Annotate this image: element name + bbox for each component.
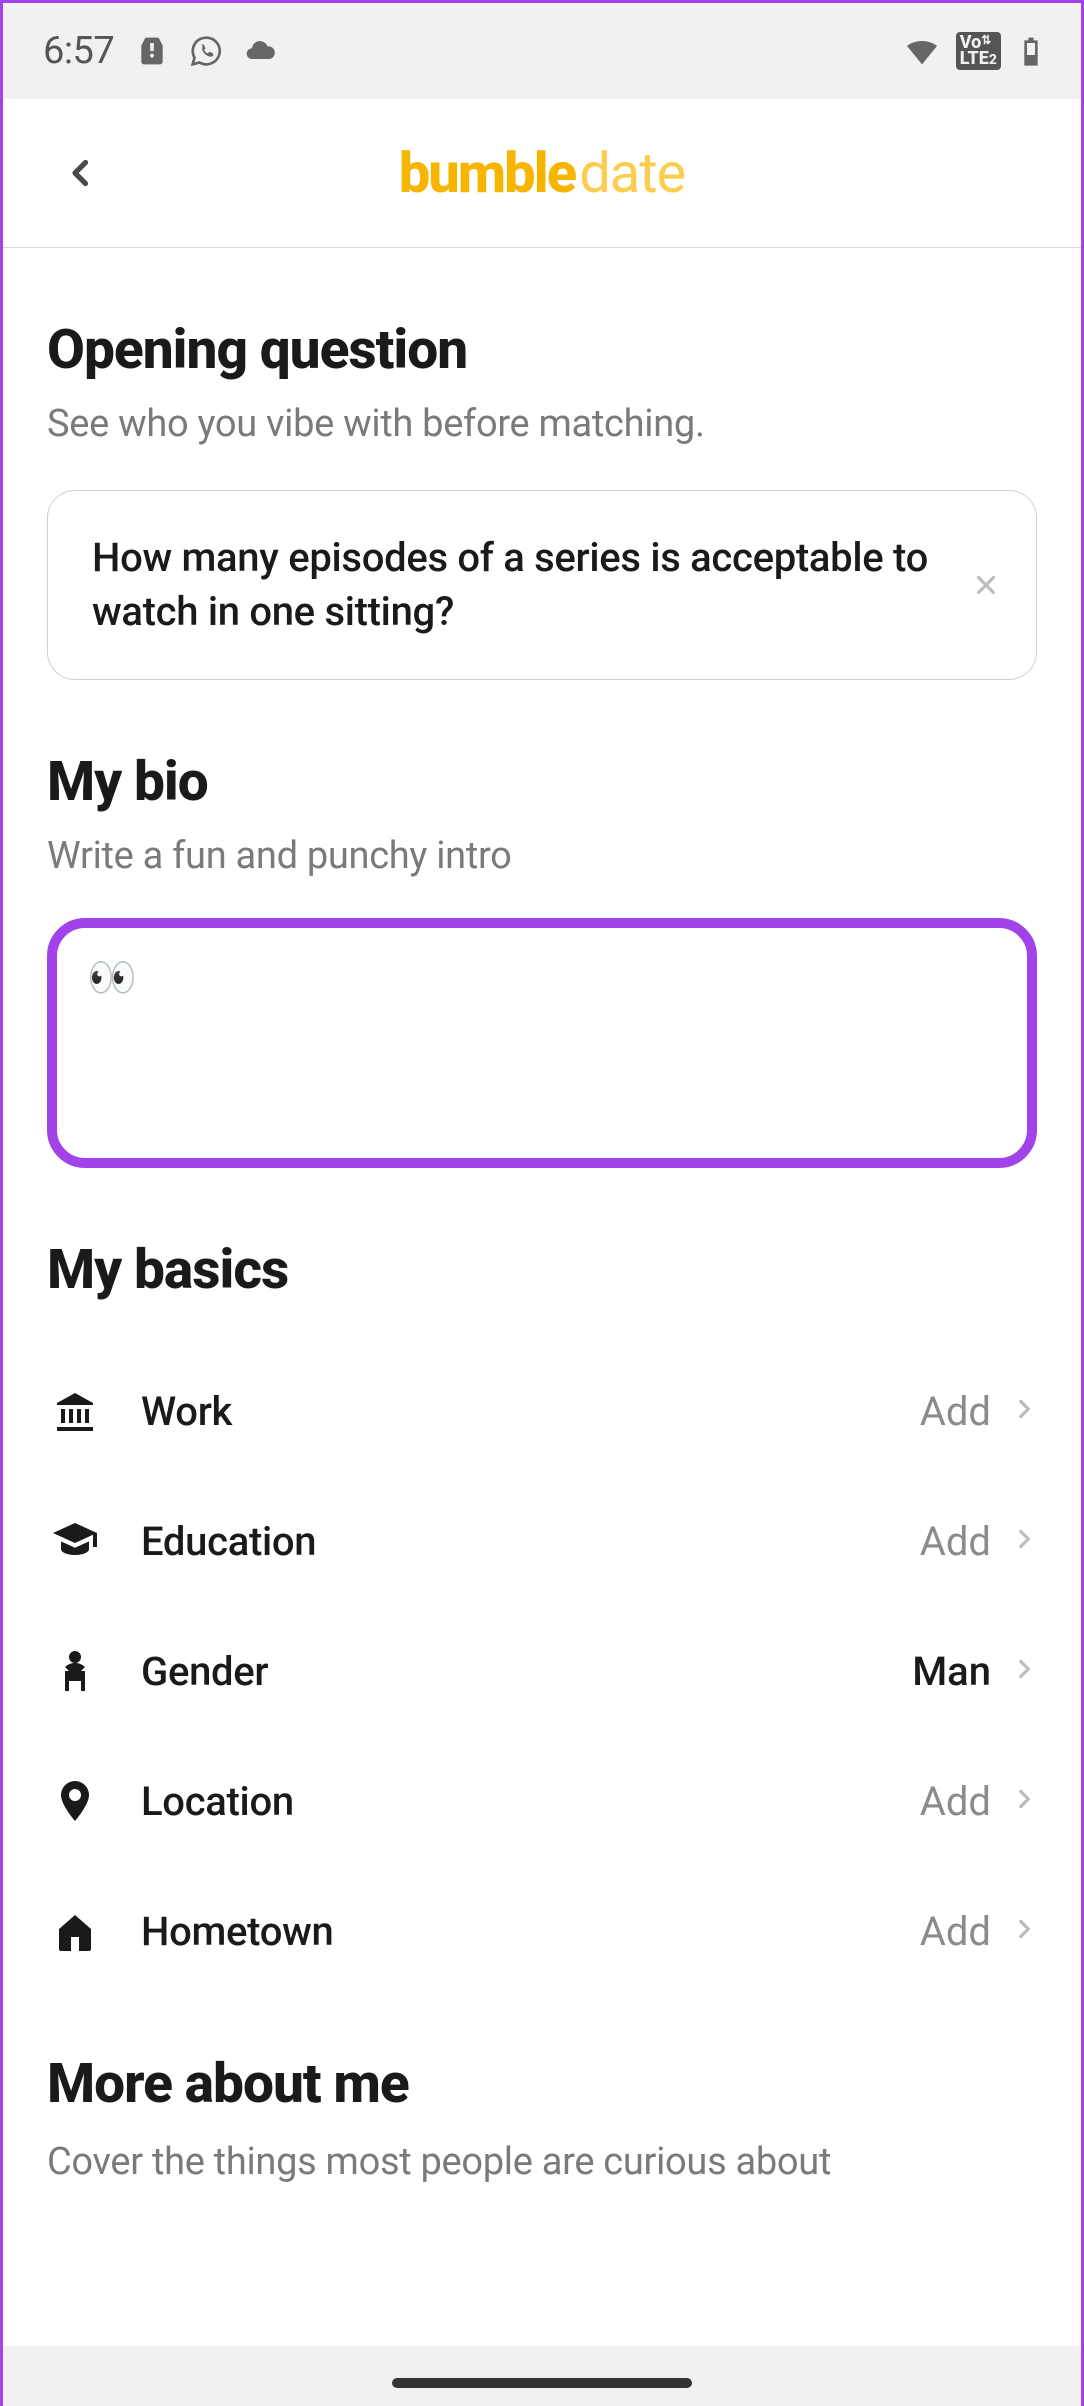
clock: 6:57 (43, 29, 114, 73)
gender-icon (47, 1643, 103, 1699)
basics-row-value: Add (920, 1388, 991, 1435)
basics-row-label: Work (141, 1388, 920, 1435)
logo-text-b: date (579, 140, 685, 206)
location-icon (47, 1773, 103, 1829)
basics-row-value: Add (920, 1518, 991, 1565)
opening-question-title: Opening question (47, 318, 1037, 382)
bio-input[interactable]: 👀 (47, 918, 1037, 1168)
basics-row-hometown[interactable]: HometownAdd (47, 1866, 1037, 1996)
bio-title: My bio (47, 750, 1037, 814)
basics-row-label: Gender (141, 1648, 912, 1695)
basics-row-location[interactable]: LocationAdd (47, 1736, 1037, 1866)
opening-question-close-button[interactable] (966, 565, 1006, 605)
more-subtitle: Cover the things most people are curious… (47, 2140, 1037, 2184)
cloud-icon (244, 35, 276, 67)
close-icon (971, 570, 1001, 600)
basics-row-education[interactable]: EducationAdd (47, 1476, 1037, 1606)
wifi-icon (902, 31, 942, 71)
more-section: More about me Cover the things most peop… (47, 2052, 1037, 2184)
basics-row-work[interactable]: WorkAdd (47, 1346, 1037, 1476)
chevron-right-icon (1011, 1526, 1037, 1556)
bio-section: My bio Write a fun and punchy intro 👀 (47, 750, 1037, 1168)
opening-question-subtitle: See who you vibe with before matching. (47, 402, 1037, 446)
basics-row-label: Hometown (141, 1908, 920, 1955)
opening-question-section: Opening question See who you vibe with b… (47, 318, 1037, 680)
opening-question-text: How many episodes of a series is accepta… (92, 531, 946, 639)
chevron-right-icon (1011, 1656, 1037, 1686)
education-icon (47, 1513, 103, 1569)
basics-section: My basics WorkAddEducationAddGenderManLo… (47, 1238, 1037, 1996)
logo-text-a: bumble (399, 140, 575, 206)
back-button[interactable] (51, 143, 111, 203)
app-logo: bumble date (3, 140, 1081, 206)
chevron-right-icon (1011, 1916, 1037, 1946)
nav-handle[interactable] (392, 2378, 692, 2388)
hometown-icon (47, 1903, 103, 1959)
bottom-fade (3, 2346, 1081, 2406)
whatsapp-icon (190, 35, 222, 67)
bio-value: 👀 (87, 954, 137, 1001)
battery-icon (1015, 35, 1047, 67)
chevron-right-icon (1011, 1396, 1037, 1426)
status-bar: 6:57 Vo⇅LTE2 (3, 3, 1081, 99)
chevron-left-icon (63, 155, 99, 191)
basics-row-label: Education (141, 1518, 920, 1565)
app-header: bumble date (3, 99, 1081, 248)
opening-question-card[interactable]: How many episodes of a series is accepta… (47, 490, 1037, 680)
basics-row-value: Add (920, 1908, 991, 1955)
basics-row-gender[interactable]: GenderMan (47, 1606, 1037, 1736)
basics-row-value: Add (920, 1778, 991, 1825)
work-icon (47, 1383, 103, 1439)
basics-row-label: Location (141, 1778, 920, 1825)
more-title: More about me (47, 2052, 1037, 2116)
volte2-icon: Vo⇅LTE2 (956, 32, 1001, 69)
bio-subtitle: Write a fun and punchy intro (47, 834, 1037, 878)
chevron-right-icon (1011, 1786, 1037, 1816)
basics-title: My basics (47, 1238, 1037, 1302)
basics-row-value: Man (912, 1648, 991, 1695)
sd-alert-icon (136, 35, 168, 67)
